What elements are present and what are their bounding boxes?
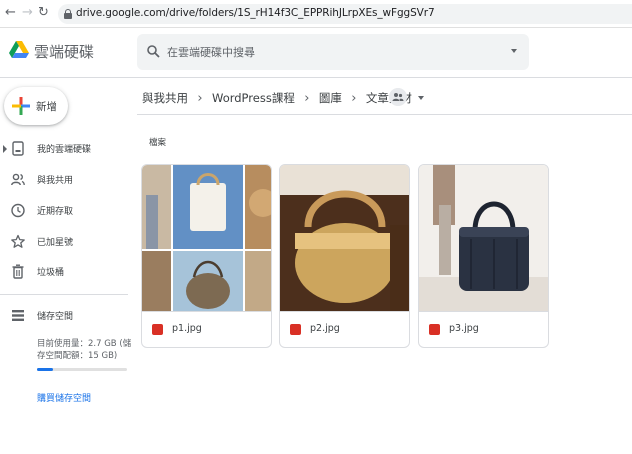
sidebar-item-label: 近期存取 xyxy=(37,207,74,217)
file-info-bar: p2.jpg xyxy=(280,311,409,347)
storage-usage-text: 目前使用量：2.7 GB (儲存空間配額：15 GB) xyxy=(37,339,132,361)
trash-icon xyxy=(12,264,24,279)
chevron-right-icon: › xyxy=(351,90,357,106)
search-options-icon[interactable] xyxy=(511,49,517,53)
image-file-icon xyxy=(152,324,163,335)
expand-arrow-icon[interactable] xyxy=(3,145,7,153)
plus-icon xyxy=(12,97,30,115)
storage-usage-bar xyxy=(37,368,127,371)
sidebar-item-trash[interactable]: 垃圾桶 xyxy=(0,260,128,284)
image-file-icon xyxy=(429,324,440,335)
files-section-label: 檔案 xyxy=(149,138,167,148)
forward-arrow-icon[interactable]: → xyxy=(22,6,33,20)
sidebar-item-storage[interactable]: 儲存空間 xyxy=(0,304,128,328)
address-bar[interactable]: drive.google.com/drive/folders/1S_rH14f3… xyxy=(58,4,632,24)
reload-icon[interactable]: ↻ xyxy=(38,6,49,20)
url-text: drive.google.com/drive/folders/1S_rH14f3… xyxy=(76,7,435,19)
sidebar-item-shared[interactable]: 與我共用 xyxy=(0,168,128,192)
image-file-icon xyxy=(290,324,301,335)
app-header: 雲端硬碟 xyxy=(0,28,632,78)
file-thumbnail-p2 xyxy=(280,165,409,311)
chevron-right-icon: › xyxy=(304,90,310,106)
shared-people-icon xyxy=(11,173,25,186)
breadcrumb: 與我共用 › WordPress課程 › 圖庫 › 文章素材 xyxy=(141,88,424,108)
folder-menu-caret-icon[interactable] xyxy=(417,96,424,100)
file-info-bar: p1.jpg xyxy=(142,311,271,347)
app-title[interactable]: 雲端硬碟 xyxy=(34,41,94,62)
sidebar-divider xyxy=(0,294,128,295)
storage-usage-fill xyxy=(37,368,54,371)
drive-logo-icon[interactable] xyxy=(9,41,29,59)
lock-icon xyxy=(64,9,72,19)
storage-icon xyxy=(12,310,24,321)
sidebar-item-label: 與我共用 xyxy=(37,176,74,186)
sidebar-item-recent[interactable]: 近期存取 xyxy=(0,199,128,223)
sidebar-item-label: 儲存空間 xyxy=(37,312,74,322)
sidebar-item-label: 垃圾桶 xyxy=(37,268,65,278)
star-icon xyxy=(11,234,25,248)
breadcrumb-item-wordpress[interactable]: WordPress課程 xyxy=(211,90,296,106)
file-card-p2[interactable]: p2.jpg xyxy=(279,164,410,348)
new-button[interactable]: 新增 xyxy=(4,87,68,125)
search-icon[interactable] xyxy=(147,45,160,58)
file-card-p3[interactable]: p3.jpg xyxy=(418,164,549,348)
sidebar-item-label: 已加星號 xyxy=(37,238,74,248)
chevron-right-icon: › xyxy=(197,90,203,106)
my-drive-icon xyxy=(12,141,24,156)
new-button-label: 新增 xyxy=(36,101,57,113)
browser-toolbar: ← → ↻ drive.google.com/drive/folders/1S_… xyxy=(0,0,632,28)
sidebar-item-my-drive[interactable]: 我的雲端硬碟 xyxy=(0,137,128,161)
file-thumbnail-p3 xyxy=(419,165,548,311)
clock-icon xyxy=(11,203,25,218)
search-input[interactable] xyxy=(167,43,497,61)
breadcrumb-item-gallery[interactable]: 圖庫 xyxy=(318,90,343,106)
sidebar-item-label: 我的雲端硬碟 xyxy=(37,145,92,155)
file-name: p2.jpg xyxy=(310,323,340,334)
breadcrumb-item-shared[interactable]: 與我共用 xyxy=(141,90,189,106)
file-name: p1.jpg xyxy=(172,323,202,334)
back-arrow-icon[interactable]: ← xyxy=(5,6,16,20)
shared-folder-icon[interactable] xyxy=(389,88,407,106)
file-thumbnail-p1 xyxy=(142,165,271,311)
search-bar[interactable] xyxy=(137,34,529,70)
file-info-bar: p3.jpg xyxy=(419,311,548,347)
content-divider xyxy=(137,114,632,115)
file-card-p1[interactable]: p1.jpg xyxy=(141,164,272,348)
file-name: p3.jpg xyxy=(449,323,479,334)
buy-storage-link[interactable]: 購買儲存空間 xyxy=(37,391,91,404)
sidebar-item-starred[interactable]: 已加星號 xyxy=(0,230,128,254)
